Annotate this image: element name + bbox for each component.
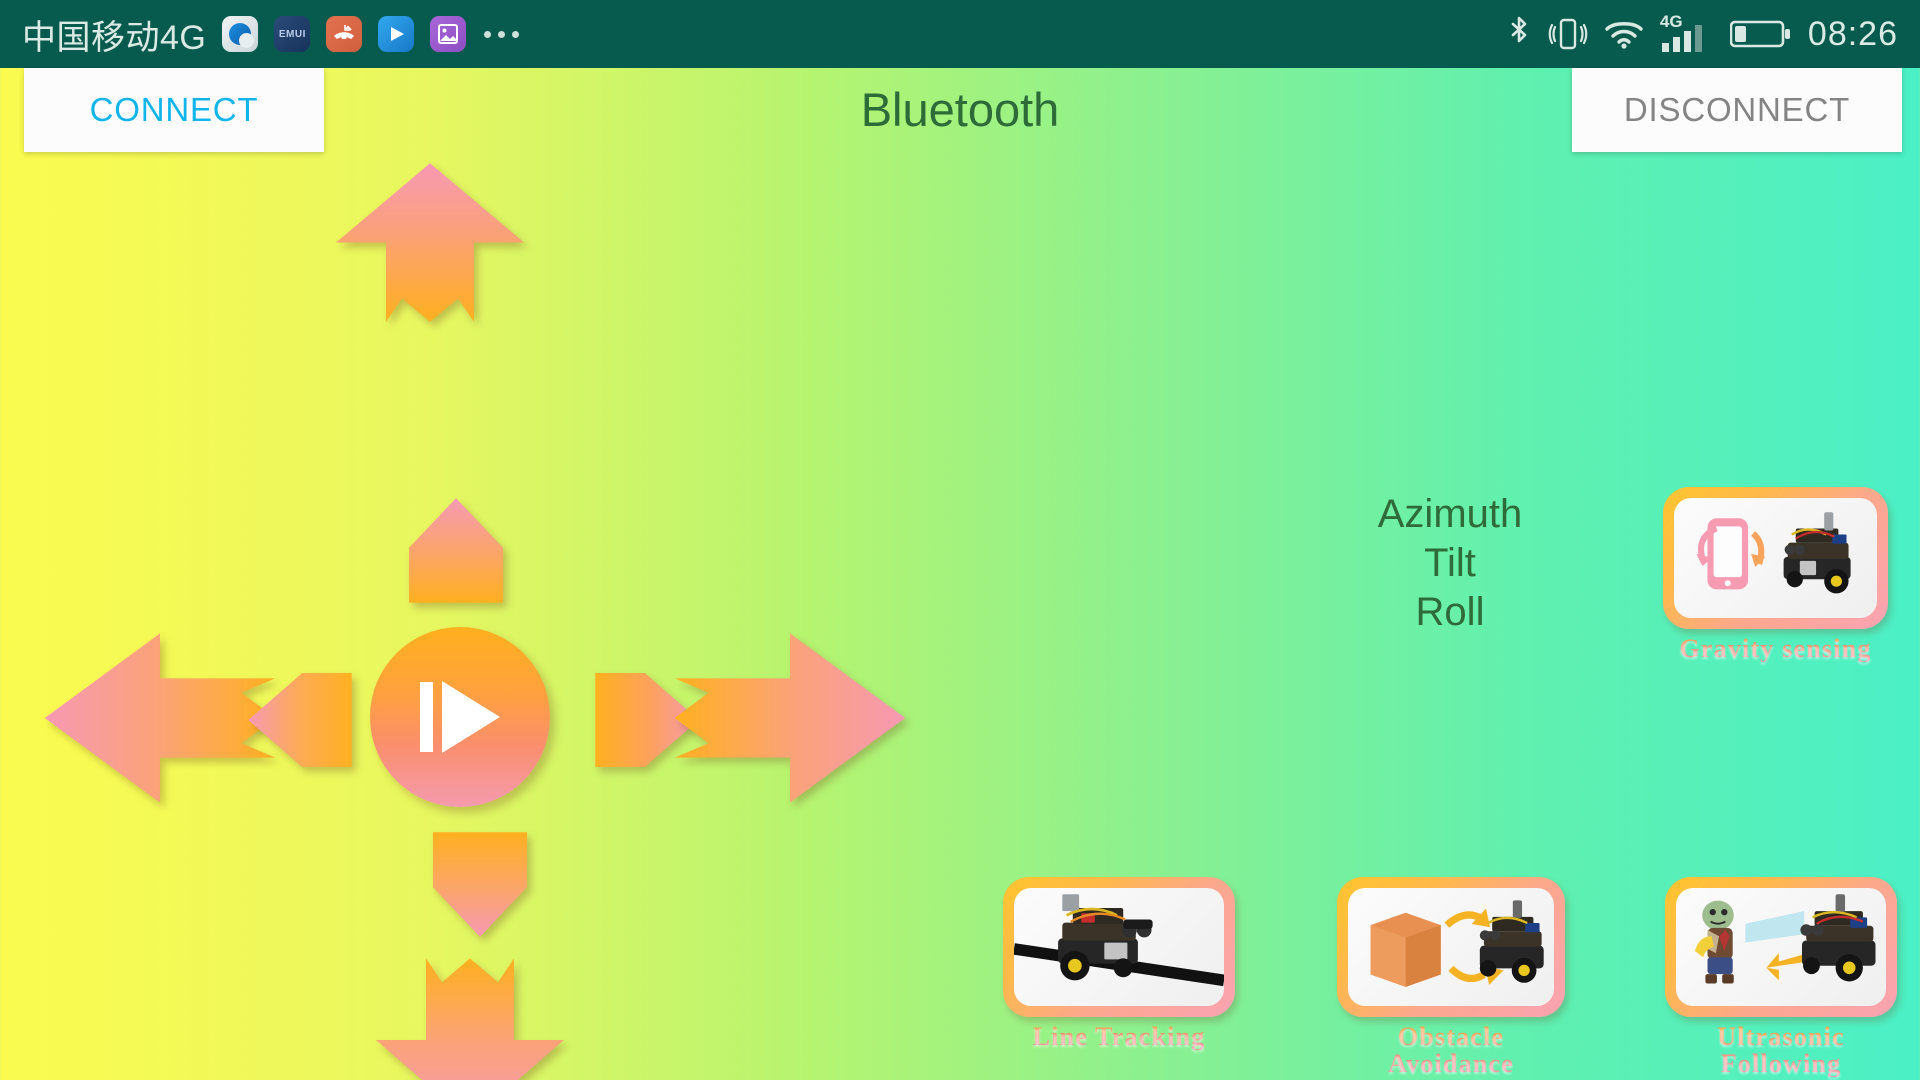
zombie-and-car-icon <box>1694 894 1876 984</box>
gallery-app-icon <box>430 16 467 52</box>
robot-car-on-line-photo <box>1014 894 1224 987</box>
zombie-icon <box>1694 900 1734 984</box>
disconnect-button-label: DISCONNECT <box>1623 91 1851 128</box>
ultrasonic-following-label-line1: Ultrasonic <box>1717 1022 1845 1051</box>
wifi-icon <box>1605 22 1643 49</box>
battery-icon <box>1729 20 1790 48</box>
gravity-sensing-artwork <box>1674 498 1877 618</box>
ultrasonic-following-label: Ultrasonic Following <box>1665 1023 1897 1077</box>
left-small-arrow-icon <box>245 670 355 770</box>
phone-rotate-icon <box>1696 512 1851 594</box>
down-small-arrow-icon <box>430 830 530 940</box>
video-play-app-icon <box>378 16 415 52</box>
clock-label: 08:26 <box>1807 14 1898 53</box>
browser-app-icon <box>222 16 259 52</box>
backward-small-arrow-button[interactable] <box>430 830 530 940</box>
missed-call-icon <box>326 16 363 52</box>
down-arrow-icon <box>370 955 570 1080</box>
turn-left-arrow-button[interactable] <box>40 628 280 808</box>
status-bar: 中国移动4G EMUI 4G 08:26 <box>0 0 1920 68</box>
robot-car-photo <box>1479 900 1544 983</box>
ultrasonic-following-label-line2: Following <box>1720 1049 1842 1079</box>
forward-arrow-button[interactable] <box>330 160 530 325</box>
up-arrow-icon <box>330 160 530 325</box>
up-small-arrow-icon <box>406 495 506 605</box>
box-and-car-icon <box>1370 900 1544 987</box>
play-pause-icon <box>420 681 500 753</box>
ultrasonic-following-button[interactable]: Ultrasonic Following <box>1665 877 1897 1077</box>
direction-pad <box>30 150 910 1080</box>
robot-car-photo <box>1783 512 1851 594</box>
cardboard-box-icon <box>1370 912 1441 987</box>
obstacle-avoidance-card <box>1337 877 1565 1017</box>
azimuth-value: Azimuth <box>1377 492 1523 536</box>
emui-app-icon: EMUI <box>274 16 311 52</box>
overflow-dots-icon <box>484 30 520 38</box>
turn-right-arrow-button[interactable] <box>670 628 910 808</box>
gravity-sensing-button[interactable]: Gravity sensing <box>1663 487 1888 662</box>
connect-button-label: CONNECT <box>89 91 259 128</box>
line-tracking-artwork <box>1014 888 1224 1006</box>
line-tracking-card <box>1003 877 1235 1017</box>
robot-car-photo <box>1800 894 1876 982</box>
line-tracking-label: Line Tracking <box>1003 1023 1235 1050</box>
turn-left-small-arrow-button[interactable] <box>245 670 355 770</box>
roll-value: Roll <box>1415 589 1485 634</box>
right-arrow-icon <box>670 628 910 808</box>
ultrasonic-following-artwork <box>1676 888 1886 1006</box>
backward-arrow-button[interactable] <box>370 955 570 1080</box>
obstacle-avoidance-label: Obstacle Avoidance <box>1337 1023 1565 1077</box>
gravity-sensing-label: Gravity sensing <box>1663 635 1888 662</box>
bluetooth-icon <box>1511 16 1527 43</box>
obstacle-avoidance-button[interactable]: Obstacle Avoidance <box>1337 877 1565 1077</box>
gravity-sensing-card <box>1663 487 1888 629</box>
obstacle-avoidance-artwork <box>1348 888 1554 1006</box>
line-tracking-button[interactable]: Line Tracking <box>1003 877 1235 1050</box>
tilt-value: Tilt <box>1424 540 1476 585</box>
status-right-group: 4G 08:26 <box>1506 12 1898 54</box>
obstacle-avoidance-label-line2: Avoidance <box>1388 1049 1514 1079</box>
connect-button[interactable]: CONNECT <box>24 68 324 152</box>
obstacle-avoidance-label-line1: Obstacle <box>1397 1022 1505 1051</box>
cellular-signal-4g-icon: 4G <box>1660 12 1714 53</box>
forward-small-arrow-button[interactable] <box>406 495 506 605</box>
carrier-label: 中国移动4G <box>22 18 207 57</box>
ultrasonic-following-card <box>1665 877 1897 1017</box>
left-arrow-icon <box>40 628 280 808</box>
play-stop-center-button[interactable] <box>370 627 550 807</box>
sensor-readout: Azimuth Tilt Roll <box>1330 490 1570 636</box>
vibrate-icon <box>1548 18 1588 50</box>
disconnect-button[interactable]: DISCONNECT <box>1572 68 1902 152</box>
